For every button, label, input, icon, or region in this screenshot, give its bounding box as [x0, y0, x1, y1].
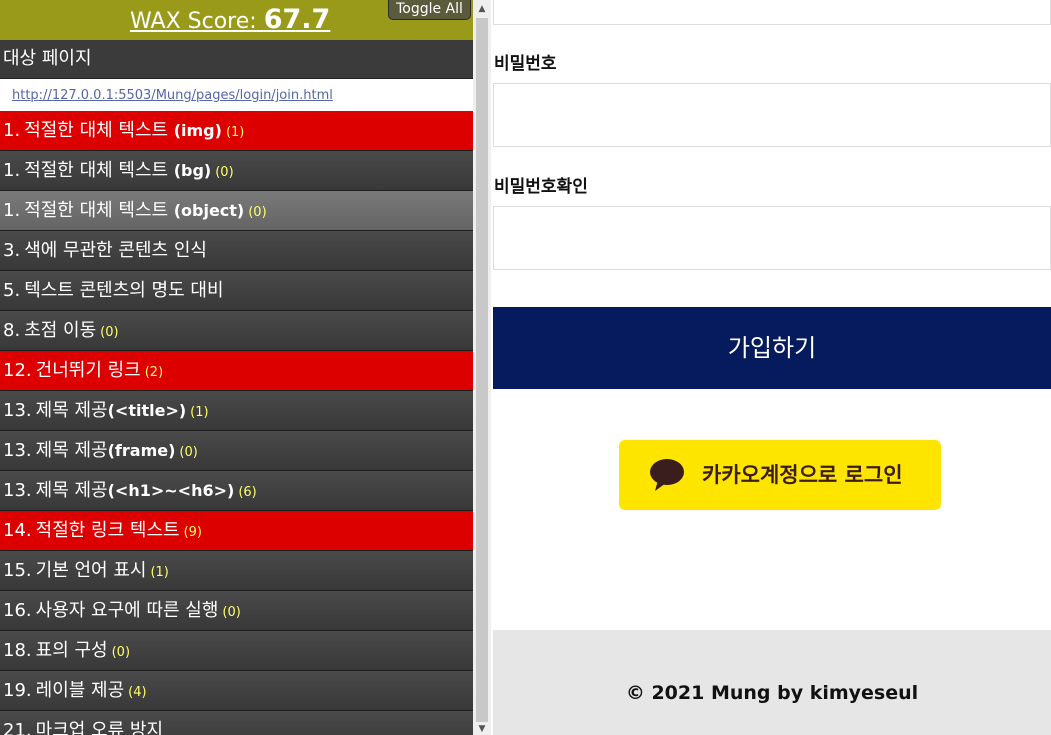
check-item-number: 13. [3, 400, 32, 421]
password-label: 비밀번호 [494, 54, 557, 74]
wax-score-label: WAX Score: [130, 9, 257, 34]
check-item-count: (1) [150, 565, 169, 580]
toggle-all-button[interactable]: Toggle All [388, 0, 471, 20]
check-item[interactable]: 13. 제목 제공(<h1>~<h6>) (6) [0, 471, 473, 511]
check-item-label: 사용자 요구에 따른 실행 [35, 600, 219, 621]
check-item-label: 제목 제공 [35, 480, 108, 501]
up-arrow-icon[interactable]: ▲ [473, 0, 491, 18]
check-item-number: 1. [3, 200, 21, 221]
wax-score-value: 67.7 [263, 4, 331, 35]
check-item-label: 레이블 제공 [35, 680, 125, 701]
password-confirm-label: 비밀번호확인 [494, 177, 588, 197]
check-item-suffix: (object) [168, 201, 245, 220]
check-item-count: (0) [248, 205, 267, 220]
check-item-suffix: (frame) [107, 441, 176, 460]
check-list: 1. 적절한 대체 텍스트 (img) (1) 1. 적절한 대체 텍스트 (bg) (0… [0, 111, 473, 735]
kakao-login-label: 카카오계정으로 로그인 [702, 463, 903, 487]
check-item-label: 텍스트 콘텐츠의 명도 대비 [24, 280, 224, 301]
check-item-count: (9) [183, 525, 202, 540]
check-item-number: 13. [3, 480, 32, 501]
target-page-heading: 대상 페이지 [0, 40, 473, 79]
check-item[interactable]: 12. 건너뛰기 링크 (2) [0, 351, 473, 391]
check-item[interactable]: 21. 마크업 오류 방지 [0, 711, 473, 735]
check-item-number: 14. [3, 520, 32, 541]
check-item-number: 13. [3, 440, 32, 461]
check-item-count: (0) [222, 605, 241, 620]
down-arrow-icon[interactable]: ▼ [473, 723, 491, 735]
check-item-count: (4) [128, 685, 147, 700]
check-item[interactable]: 1. 적절한 대체 텍스트 (bg) (0) [0, 151, 473, 191]
check-item-count: (1) [190, 405, 209, 420]
check-item-number: 18. [3, 640, 32, 661]
check-item-suffix: (img) [168, 121, 222, 140]
check-item-count: (6) [238, 485, 257, 500]
check-item-number: 1. [3, 120, 21, 141]
password-confirm-field[interactable] [493, 206, 1051, 270]
check-item[interactable]: 18. 표의 구성 (0) [0, 631, 473, 671]
join-form: 비밀번호 비밀번호확인 가입하기 카카오계정으로 로그인 © 2021 Mung… [493, 0, 1051, 735]
wax-panel: WAX Score: 67.7 Toggle All 대상 페이지 http:/… [0, 0, 473, 735]
check-item-number: 15. [3, 560, 32, 581]
check-item-number: 16. [3, 600, 32, 621]
check-item[interactable]: 1. 적절한 대체 텍스트 (object) (0) [0, 191, 473, 231]
check-item-suffix: (<title>) [107, 401, 187, 420]
wax-score[interactable]: WAX Score: 67.7 [130, 6, 330, 36]
join-button[interactable]: 가입하기 [493, 307, 1051, 389]
check-item[interactable]: 13. 제목 제공(frame) (0) [0, 431, 473, 471]
check-item[interactable]: 16. 사용자 요구에 따른 실행 (0) [0, 591, 473, 631]
check-item[interactable]: 5. 텍스트 콘텐츠의 명도 대비 [0, 271, 473, 311]
kakao-login-button[interactable]: 카카오계정으로 로그인 [619, 440, 941, 510]
check-item-label: 표의 구성 [35, 640, 108, 661]
check-item-label: 제목 제공 [35, 400, 108, 421]
panel-scrollbar[interactable]: ▲ ▼ [473, 0, 491, 735]
check-item-suffix: (<h1>~<h6>) [107, 481, 235, 500]
check-item-label: 적절한 링크 텍스트 [35, 520, 180, 541]
check-item-count: (1) [225, 125, 245, 140]
check-item[interactable]: 3. 색에 무관한 콘텐츠 인식 [0, 231, 473, 271]
scrollbar-thumb[interactable] [476, 18, 488, 722]
footer-copyright: © 2021 Mung by kimyeseul [625, 682, 919, 704]
check-item-label: 적절한 대체 텍스트 [24, 120, 169, 141]
check-item-number: 8. [3, 320, 21, 341]
check-item-count: (0) [179, 445, 198, 460]
check-item-number: 19. [3, 680, 32, 701]
check-item-label: 마크업 오류 방지 [35, 720, 164, 735]
previous-field[interactable] [493, 0, 1051, 25]
check-item-label: 초점 이동 [24, 320, 97, 341]
check-item[interactable]: 14. 적절한 링크 텍스트 (9) [0, 511, 473, 551]
check-item-number: 12. [3, 360, 32, 381]
target-url-link[interactable]: http://127.0.0.1:5503/Mung/pages/login/j… [12, 88, 333, 103]
check-item-count: (2) [144, 365, 164, 380]
check-item[interactable]: 15. 기본 언어 표시 (1) [0, 551, 473, 591]
check-item-count: (0) [100, 325, 119, 340]
check-item-count: (0) [111, 645, 131, 660]
check-item-label: 적절한 대체 텍스트 [24, 200, 169, 221]
check-item-number: 3. [3, 240, 21, 261]
check-item-label: 색에 무관한 콘텐츠 인식 [24, 240, 207, 261]
check-item-label: 건너뛰기 링크 [35, 360, 141, 381]
check-item-suffix: (bg) [168, 161, 212, 180]
wax-header: WAX Score: 67.7 Toggle All [0, 0, 473, 40]
speech-bubble-icon [650, 459, 684, 491]
footer: © 2021 Mung by kimyeseul [493, 630, 1051, 735]
check-item[interactable]: 1. 적절한 대체 텍스트 (img) (1) [0, 111, 473, 151]
check-item-label: 기본 언어 표시 [35, 560, 147, 581]
check-item-number: 5. [3, 280, 21, 301]
check-item-label: 적절한 대체 텍스트 [24, 160, 169, 181]
check-item[interactable]: 19. 레이블 제공 (4) [0, 671, 473, 711]
password-field[interactable] [493, 83, 1051, 147]
check-item-count: (0) [215, 165, 234, 180]
check-item-number: 1. [3, 160, 21, 181]
check-item[interactable]: 8. 초점 이동 (0) [0, 311, 473, 351]
check-item[interactable]: 13. 제목 제공(<title>) (1) [0, 391, 473, 431]
check-item-number: 21. [3, 720, 32, 735]
check-item-label: 제목 제공 [35, 440, 108, 461]
target-url-row: http://127.0.0.1:5503/Mung/pages/login/j… [0, 79, 473, 111]
